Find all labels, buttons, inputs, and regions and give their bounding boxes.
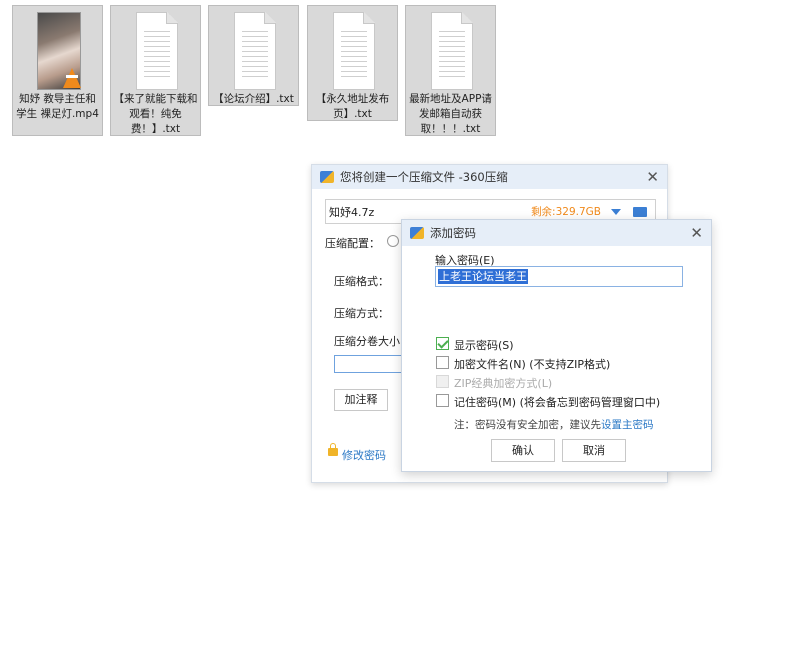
- cancel-button[interactable]: 取消: [562, 439, 626, 462]
- lock-icon: [328, 443, 338, 456]
- file-name: 知妤 教导主任和学生 裸足灯.mp4: [16, 93, 99, 120]
- dialog-titlebar[interactable]: 添加密码 ✕: [402, 220, 711, 246]
- desktop: 知妤 教导主任和学生 裸足灯.mp4 【来了就能下载和观看！纯免费！】.txt …: [0, 0, 800, 670]
- file-text-4[interactable]: 最新地址及APP请发邮箱自动获取！！！.txt: [405, 5, 496, 136]
- password-value: 上老王论坛当老王: [438, 269, 528, 284]
- set-master-password-link[interactable]: 设置主密码: [601, 419, 654, 431]
- format-label: 压缩格式：: [334, 275, 389, 288]
- remember-password-checkbox[interactable]: [436, 394, 449, 407]
- encrypt-filenames-checkbox[interactable]: [436, 356, 449, 369]
- file-video[interactable]: 知妤 教导主任和学生 裸足灯.mp4: [12, 5, 103, 136]
- add-password-dialog: 添加密码 ✕ 输入密码(E) 上老王论坛当老王 显示密码(S) 加密文件名(N)…: [401, 219, 712, 472]
- show-password-checkbox[interactable]: [436, 337, 449, 350]
- encrypt-filenames-label[interactable]: 加密文件名(N) (不支持ZIP格式): [454, 356, 610, 372]
- confirm-button[interactable]: 确认: [491, 439, 555, 462]
- file-name: 最新地址及APP请发邮箱自动获取！！！.txt: [409, 93, 492, 135]
- file-text-3[interactable]: 【永久地址发布页】.txt: [307, 5, 398, 121]
- close-icon[interactable]: ✕: [690, 224, 703, 242]
- zip-classic-checkbox: [436, 375, 449, 388]
- file-text-2[interactable]: 【论坛介绍】.txt: [208, 5, 299, 106]
- window-title: 您将创建一个压缩文件 -360压缩: [340, 170, 508, 184]
- security-note: 注：密码没有安全加密，建议先设置主密码: [454, 417, 654, 432]
- file-name: 【永久地址发布页】.txt: [315, 93, 390, 120]
- config-radio[interactable]: [387, 235, 399, 247]
- close-icon[interactable]: ✕: [646, 168, 659, 186]
- video-thumbnail-icon: [35, 10, 81, 90]
- remember-password-label[interactable]: 记住密码(M) (将会备忘到密码管理窗口中): [454, 394, 660, 410]
- file-name: 【来了就能下载和观看！纯免费！】.txt: [113, 93, 198, 135]
- folder-icon[interactable]: [633, 206, 647, 217]
- dialog-title: 添加密码: [430, 226, 476, 240]
- text-file-icon: [231, 10, 277, 90]
- show-password-label[interactable]: 显示密码(S): [454, 337, 514, 353]
- password-input[interactable]: 上老王论坛当老王: [435, 266, 683, 287]
- text-file-icon: [330, 10, 376, 90]
- split-size-input[interactable]: [334, 355, 404, 373]
- config-label: 压缩配置：: [325, 237, 380, 250]
- dropdown-arrow-icon[interactable]: [611, 208, 621, 215]
- text-file-icon: [428, 10, 474, 90]
- change-password-link[interactable]: 修改密码: [342, 447, 386, 463]
- free-space: 剩余:329.7GB: [531, 206, 601, 218]
- app-icon: [410, 227, 424, 239]
- zip-classic-label: ZIP经典加密方式(L): [454, 377, 553, 390]
- app-icon: [320, 171, 334, 183]
- file-text-1[interactable]: 【来了就能下载和观看！纯免费！】.txt: [110, 5, 201, 136]
- archive-name[interactable]: 知妤4.7z: [329, 204, 531, 220]
- note-text: 注：密码没有安全加密，建议先: [454, 419, 601, 431]
- method-label: 压缩方式：: [334, 307, 389, 320]
- add-comment-button[interactable]: 加注释: [334, 389, 388, 411]
- window-titlebar[interactable]: 您将创建一个压缩文件 -360压缩 ✕: [312, 165, 667, 189]
- file-name: 【论坛介绍】.txt: [213, 93, 294, 105]
- split-label: 压缩分卷大小：: [334, 335, 411, 348]
- text-file-icon: [133, 10, 179, 90]
